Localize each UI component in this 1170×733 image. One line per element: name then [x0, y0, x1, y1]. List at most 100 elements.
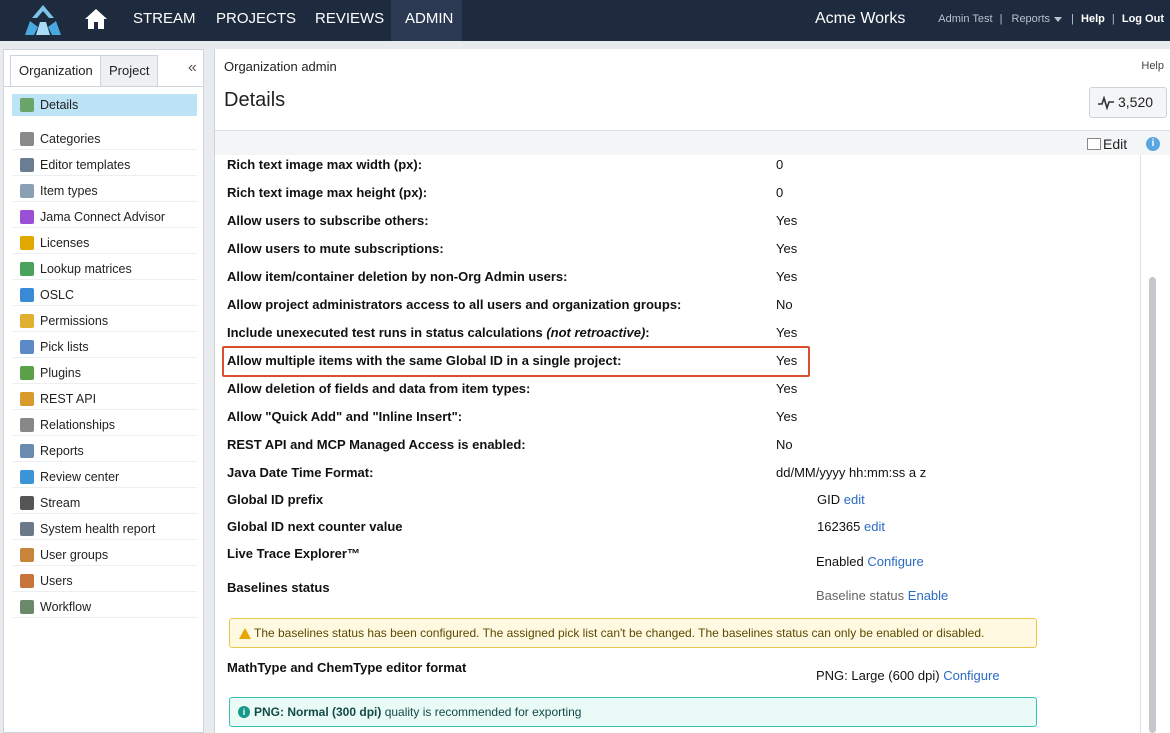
help-link[interactable]: Help — [1141, 60, 1164, 72]
setting-label: Allow users to mute subscriptions: — [227, 241, 444, 256]
sidebar-item-workflow[interactable]: Workflow — [12, 596, 197, 618]
enable-baselines-link[interactable]: Enable — [908, 588, 948, 603]
breadcrumb: Organization admin — [224, 59, 337, 74]
logout-link[interactable]: Log Out — [1122, 13, 1164, 25]
scrollbar[interactable] — [1149, 277, 1156, 733]
setting-label-text: Allow deletion of fields and data from i… — [227, 381, 531, 396]
setting-label: Allow users to subscribe others: — [227, 213, 429, 228]
configure-live-trace-link[interactable]: Configure — [867, 554, 923, 569]
sidebar-item-user-groups[interactable]: User groups — [12, 544, 197, 566]
sidebar-item-details[interactable]: Details — [12, 94, 197, 116]
setting-label: REST API and MCP Managed Access is enabl… — [227, 437, 526, 452]
sidebar-item-reports[interactable]: Reports — [12, 440, 197, 462]
setting-value: Yes — [776, 213, 798, 228]
edit-counter-link[interactable]: edit — [864, 519, 885, 534]
sidebar-item-rest-api[interactable]: REST API — [12, 388, 197, 410]
group-icon — [20, 548, 34, 562]
matrix-icon — [20, 262, 34, 276]
list-icon — [20, 340, 34, 354]
setting-value: Yes — [776, 325, 798, 340]
sidebar-item-stream[interactable]: Stream — [12, 492, 197, 514]
setting-label-text: Allow item/container deletion by non-Org… — [227, 269, 568, 284]
mathtype-tip: i PNG: Normal (300 dpi) quality is recom… — [229, 697, 1037, 727]
counter-number: 162365 — [817, 519, 861, 534]
setting-label-text: Rich text image max width (px): — [227, 157, 423, 172]
counter-value: 3,520 — [1118, 94, 1154, 110]
api-icon — [20, 392, 34, 406]
activity-counter[interactable]: 3,520 — [1089, 87, 1167, 118]
setting-label-text: Allow users to subscribe others: — [227, 213, 429, 228]
stream-icon — [20, 496, 34, 510]
sidebar-item-label: Lookup matrices — [40, 262, 132, 276]
help-link[interactable]: Help — [1081, 13, 1105, 25]
tab-organization[interactable]: Organization — [10, 55, 102, 87]
reports-menu[interactable]: Reports — [1010, 13, 1065, 25]
sidebar-item-permissions[interactable]: Permissions — [12, 310, 197, 332]
health-icon — [20, 522, 34, 536]
tip-bold-text: PNG: Normal (300 dpi) — [254, 705, 382, 719]
reports-label: Reports — [1011, 13, 1051, 25]
info-icon[interactable]: i — [1146, 137, 1160, 151]
configure-mathtype-link[interactable]: Configure — [943, 668, 999, 683]
setting-label: Global ID next counter value — [227, 519, 403, 534]
info-icon: i — [238, 706, 250, 718]
sidebar-item-editor-templates[interactable]: Editor templates — [12, 154, 197, 176]
sidebar-item-item-types[interactable]: Item types — [12, 180, 197, 202]
sidebar-item-system-health-report[interactable]: System health report — [12, 518, 197, 540]
nav-projects[interactable]: PROJECTS — [202, 0, 310, 41]
content-border — [1140, 155, 1141, 733]
collapse-sidebar-icon[interactable]: « — [188, 59, 197, 77]
prefix-value: GID — [817, 492, 841, 507]
nav-reviews[interactable]: REVIEWS — [301, 0, 398, 41]
sidebar-item-licenses[interactable]: Licenses — [12, 232, 197, 254]
setting-label: Allow deletion of fields and data from i… — [227, 381, 530, 396]
sidebar-item-relationships[interactable]: Relationships — [12, 414, 197, 436]
setting-label: Include unexecuted test runs in status c… — [227, 325, 650, 340]
warning-icon — [239, 628, 251, 639]
setting-label: MathType and ChemType editor format — [227, 660, 467, 675]
sidebar-item-label: Item types — [40, 184, 98, 198]
sidebar-item-lookup-matrices[interactable]: Lookup matrices — [12, 258, 197, 280]
sidebar-item-users[interactable]: Users — [12, 570, 197, 592]
oslc-icon — [20, 288, 34, 302]
sidebar-item-plugins[interactable]: Plugins — [12, 362, 197, 384]
sidebar-item-label: User groups — [40, 548, 109, 562]
setting-value: No — [776, 297, 793, 312]
setting-value: dd/MM/yyyy hh:mm:ss a z — [776, 465, 927, 480]
setting-label-text: Java Date Time Format: — [227, 465, 374, 480]
setting-label-text: Allow project administrators access to a… — [227, 297, 682, 312]
edit-button[interactable]: Edit — [1087, 136, 1127, 152]
mathtype-value: PNG: Large (600 dpi) Configure — [816, 668, 1000, 683]
sidebar-item-label: Details — [40, 98, 79, 112]
key-icon — [20, 236, 34, 250]
user-menu[interactable]: Admin Test — [938, 13, 992, 25]
sidebar-item-categories[interactable]: Categories — [12, 128, 197, 150]
setting-value: Yes — [776, 409, 798, 424]
user-icon — [20, 574, 34, 588]
tab-project[interactable]: Project — [100, 55, 159, 86]
details-toolbar: Edit i — [215, 131, 1170, 155]
sidebar-item-label: Plugins — [40, 366, 81, 380]
setting-label-text: Rich text image max height (px): — [227, 185, 428, 200]
nav-admin[interactable]: ADMIN — [391, 0, 462, 41]
jama-logo-icon[interactable] — [24, 4, 62, 36]
sidebar-item-oslc[interactable]: OSLC — [12, 284, 197, 306]
sidebar-item-jama-connect-advisor[interactable]: Jama Connect Advisor — [12, 206, 197, 228]
sidebar-item-review-center[interactable]: Review center — [12, 466, 197, 488]
baselines-warning: The baselines status has been configured… — [229, 618, 1037, 648]
setting-label: Live Trace Explorer™ — [227, 546, 360, 561]
sidebar-item-pick-lists[interactable]: Pick lists — [12, 336, 197, 358]
setting-label: Rich text image max width (px): — [227, 157, 422, 172]
sidebar-item-label: Permissions — [40, 314, 109, 328]
edit-prefix-link[interactable]: edit — [844, 492, 865, 507]
setting-value: No — [776, 437, 793, 452]
details-icon — [20, 98, 34, 112]
sidebar-item-label: OSLC — [40, 288, 75, 302]
setting-label: Java Date Time Format: — [227, 465, 373, 480]
nav-stream[interactable]: STREAM — [119, 0, 210, 41]
page-title: Details — [224, 89, 286, 111]
baseline-status-text: Baseline status — [816, 588, 905, 603]
home-icon[interactable] — [84, 8, 108, 30]
setting-label: Allow project administrators access to a… — [227, 297, 681, 312]
highlight-box — [222, 346, 810, 377]
